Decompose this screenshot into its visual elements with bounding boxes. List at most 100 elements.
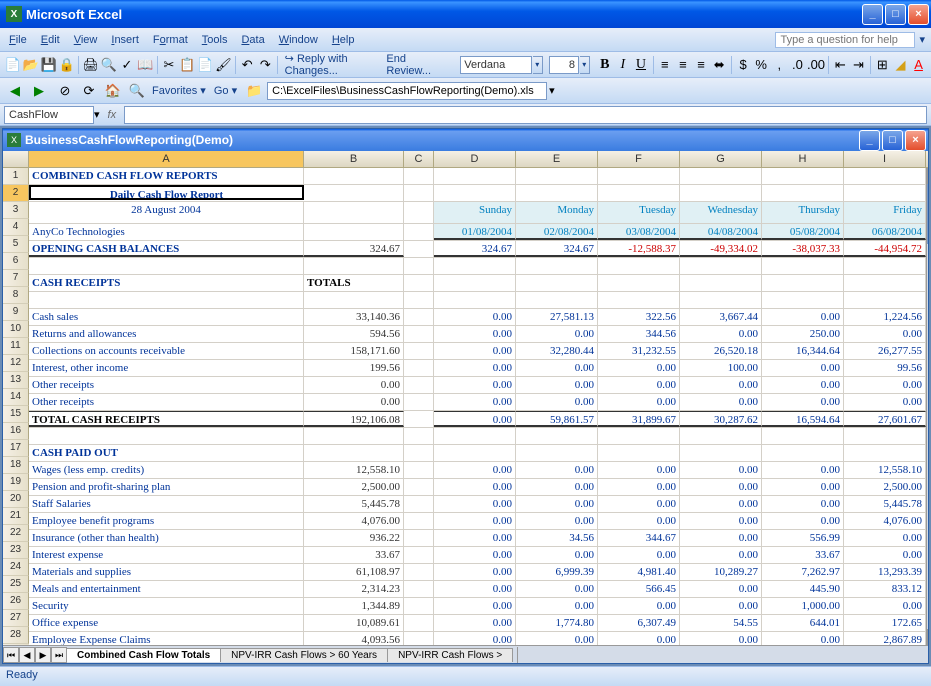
cell[interactable] bbox=[404, 564, 434, 580]
cell[interactable]: 0.00 bbox=[434, 479, 516, 495]
increase-indent-icon[interactable]: ⇥ bbox=[850, 54, 867, 76]
cell[interactable]: CASH PAID OUT bbox=[29, 445, 304, 461]
row-header[interactable]: 19 bbox=[3, 474, 29, 491]
cell[interactable]: 0.00 bbox=[516, 598, 598, 614]
cell[interactable] bbox=[598, 445, 680, 461]
cell[interactable] bbox=[404, 275, 434, 291]
cell[interactable]: 0.00 bbox=[598, 394, 680, 410]
cell[interactable]: COMBINED CASH FLOW REPORTS bbox=[29, 168, 304, 184]
cell[interactable]: 0.00 bbox=[304, 377, 404, 393]
cell[interactable] bbox=[762, 428, 844, 444]
menu-window[interactable]: Window bbox=[272, 32, 325, 48]
row-header[interactable]: 1 bbox=[3, 168, 29, 185]
cut-icon[interactable]: ✂ bbox=[160, 54, 177, 76]
cell[interactable]: 0.00 bbox=[434, 462, 516, 478]
cell[interactable] bbox=[680, 258, 762, 274]
open-icon[interactable]: 📂 bbox=[22, 54, 39, 76]
cell[interactable] bbox=[304, 224, 404, 240]
sheet-tab-1[interactable]: Combined Cash Flow Totals bbox=[66, 648, 221, 662]
cell[interactable]: 0.00 bbox=[516, 377, 598, 393]
cell[interactable]: Security bbox=[29, 598, 304, 614]
cell[interactable] bbox=[404, 394, 434, 410]
address-input[interactable]: C:\ExcelFiles\BusinessCashFlowReporting(… bbox=[267, 82, 547, 100]
cell[interactable] bbox=[598, 258, 680, 274]
cell[interactable]: 0.00 bbox=[844, 547, 926, 563]
cell[interactable]: 2,500.00 bbox=[304, 479, 404, 495]
cell[interactable]: Materials and supplies bbox=[29, 564, 304, 580]
cell[interactable] bbox=[844, 445, 926, 461]
cell[interactable] bbox=[516, 185, 598, 201]
cell[interactable]: 26,277.55 bbox=[844, 343, 926, 359]
cell[interactable]: 100.00 bbox=[680, 360, 762, 376]
menu-edit[interactable]: Edit bbox=[34, 32, 67, 48]
cell[interactable]: 0.00 bbox=[680, 598, 762, 614]
col-header-B[interactable]: B bbox=[304, 151, 404, 167]
cell[interactable]: 16,344.64 bbox=[762, 343, 844, 359]
cell[interactable] bbox=[762, 258, 844, 274]
cell[interactable]: Cash sales bbox=[29, 309, 304, 325]
cell[interactable] bbox=[844, 185, 926, 201]
cell[interactable] bbox=[680, 168, 762, 184]
row-header[interactable]: 6 bbox=[3, 253, 29, 270]
cell[interactable]: 0.00 bbox=[762, 394, 844, 410]
cell[interactable]: Returns and allowances bbox=[29, 326, 304, 342]
font-size-dropdown-icon[interactable]: ▾ bbox=[580, 56, 590, 74]
cell[interactable]: 2,500.00 bbox=[844, 479, 926, 495]
borders-icon[interactable]: ⊞ bbox=[874, 54, 891, 76]
formula-input[interactable] bbox=[124, 106, 927, 124]
cell[interactable]: Wages (less emp. credits) bbox=[29, 462, 304, 478]
row-header[interactable]: 14 bbox=[3, 389, 29, 406]
spelling-icon[interactable]: ✓ bbox=[118, 54, 135, 76]
minimize-button[interactable]: _ bbox=[862, 4, 883, 25]
cell[interactable]: 0.00 bbox=[762, 360, 844, 376]
cell[interactable]: 0.00 bbox=[598, 377, 680, 393]
row-header[interactable]: 21 bbox=[3, 508, 29, 525]
cell[interactable]: 0.00 bbox=[680, 479, 762, 495]
menu-data[interactable]: Data bbox=[234, 32, 271, 48]
cell[interactable] bbox=[680, 275, 762, 291]
cell[interactable] bbox=[304, 445, 404, 461]
cell[interactable]: Monday bbox=[516, 202, 598, 223]
cell[interactable]: 322.56 bbox=[598, 309, 680, 325]
cell[interactable]: 0.00 bbox=[598, 547, 680, 563]
tab-next-icon[interactable]: ▶ bbox=[35, 647, 51, 663]
comma-icon[interactable]: , bbox=[771, 54, 788, 76]
merge-icon[interactable]: ⬌ bbox=[711, 54, 728, 76]
row-header[interactable]: 22 bbox=[3, 525, 29, 542]
cell[interactable]: 0.00 bbox=[434, 632, 516, 645]
reply-changes-button[interactable]: ↪ Reply with Changes... bbox=[281, 52, 382, 77]
doc-close-button[interactable]: × bbox=[905, 130, 926, 151]
cell[interactable]: 0.00 bbox=[516, 513, 598, 529]
col-header-C[interactable]: C bbox=[404, 151, 434, 167]
col-header-G[interactable]: G bbox=[680, 151, 762, 167]
fill-color-icon[interactable]: ◢ bbox=[892, 54, 909, 76]
cell[interactable]: 0.00 bbox=[680, 394, 762, 410]
cell[interactable]: 0.00 bbox=[844, 377, 926, 393]
row-header[interactable]: 18 bbox=[3, 457, 29, 474]
font-size-selector[interactable]: 8 bbox=[549, 56, 579, 74]
cell[interactable]: 344.56 bbox=[598, 326, 680, 342]
cell[interactable]: 99.56 bbox=[844, 360, 926, 376]
cell[interactable]: Pension and profit-sharing plan bbox=[29, 479, 304, 495]
cell[interactable] bbox=[680, 292, 762, 308]
cell[interactable]: 6,999.39 bbox=[516, 564, 598, 580]
cells-container[interactable]: COMBINED CASH FLOW REPORTSDaily Cash Flo… bbox=[29, 168, 926, 645]
cell[interactable]: 0.00 bbox=[434, 496, 516, 512]
cell[interactable]: Employee Expense Claims bbox=[29, 632, 304, 645]
cell[interactable]: 0.00 bbox=[434, 581, 516, 597]
menu-format[interactable]: Format bbox=[146, 32, 195, 48]
cell[interactable]: 27,601.67 bbox=[844, 411, 926, 427]
cell[interactable] bbox=[844, 428, 926, 444]
col-header-H[interactable]: H bbox=[762, 151, 844, 167]
cell[interactable]: 0.00 bbox=[680, 462, 762, 478]
cell[interactable]: 5,445.78 bbox=[844, 496, 926, 512]
cell[interactable] bbox=[844, 275, 926, 291]
cell[interactable]: 1,344.89 bbox=[304, 598, 404, 614]
row-header[interactable]: 7 bbox=[3, 270, 29, 287]
row-header[interactable]: 28 bbox=[3, 627, 29, 644]
cell[interactable]: 0.00 bbox=[680, 547, 762, 563]
cell[interactable]: 644.01 bbox=[762, 615, 844, 631]
cell[interactable]: 0.00 bbox=[844, 394, 926, 410]
cell[interactable]: 6,307.49 bbox=[598, 615, 680, 631]
cell[interactable]: 04/08/2004 bbox=[680, 224, 762, 240]
